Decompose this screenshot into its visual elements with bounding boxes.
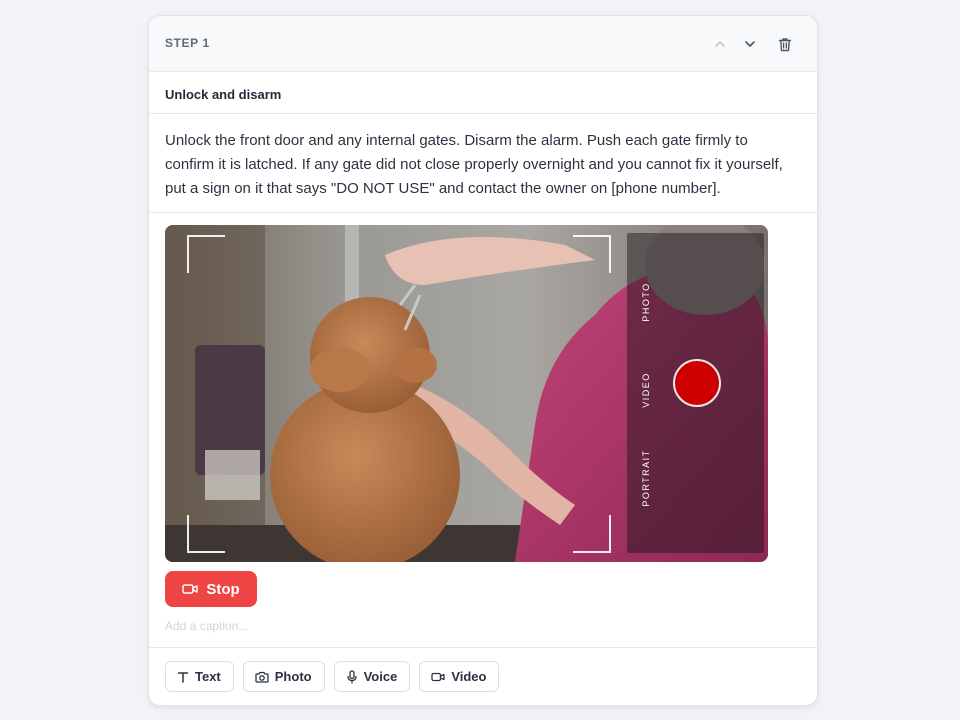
step-card: STEP 1 Unlock and disarm Unlock the fron… [148, 15, 818, 706]
text-icon [177, 671, 189, 683]
camera-mode-panel: PHOTO VIDEO PORTRAIT [627, 233, 764, 553]
caption-input[interactable] [165, 616, 665, 636]
add-voice-button[interactable]: Voice [333, 661, 411, 692]
chevron-down-icon [745, 41, 755, 47]
mode-portrait[interactable]: PORTRAIT [641, 443, 651, 513]
camera-viewfinder: PHOTO VIDEO PORTRAIT [165, 225, 768, 562]
stop-label: Stop [206, 580, 240, 598]
step-instructions: Unlock the front door and any internal g… [165, 132, 783, 197]
step-label: STEP 1 [165, 36, 210, 50]
frame-corner [187, 515, 225, 553]
move-down-button[interactable] [739, 33, 761, 55]
move-up-button[interactable] [709, 33, 731, 55]
divider [149, 212, 817, 213]
frame-corner [573, 235, 611, 273]
text-button-label: Text [195, 669, 221, 684]
video-button-label: Video [451, 669, 487, 684]
divider [149, 647, 817, 648]
voice-button-label: Voice [363, 669, 398, 684]
frame-corner [573, 515, 611, 553]
mode-photo[interactable]: PHOTO [641, 267, 651, 337]
photo-button-label: Photo [274, 669, 312, 684]
step-header: STEP 1 [149, 16, 817, 72]
step-title-row: Unlock and disarm [149, 72, 817, 114]
chevron-up-icon [715, 41, 725, 47]
trash-icon [778, 37, 792, 51]
stop-recording-button[interactable]: Stop [165, 571, 257, 607]
delete-step-button[interactable] [774, 33, 796, 55]
record-button[interactable] [673, 359, 721, 407]
microphone-icon [346, 669, 357, 684]
mode-video[interactable]: VIDEO [641, 355, 651, 425]
add-photo-button[interactable]: Photo [242, 661, 325, 692]
add-content-toolbar: Text Photo Voice Video [165, 661, 500, 692]
step-title: Unlock and disarm [165, 87, 282, 102]
add-text-button[interactable]: Text [165, 661, 234, 692]
video-camera-icon [431, 672, 445, 681]
add-video-button[interactable]: Video [419, 661, 500, 692]
camera-icon [255, 671, 269, 683]
frame-corner [187, 235, 225, 273]
video-camera-icon [182, 584, 199, 594]
